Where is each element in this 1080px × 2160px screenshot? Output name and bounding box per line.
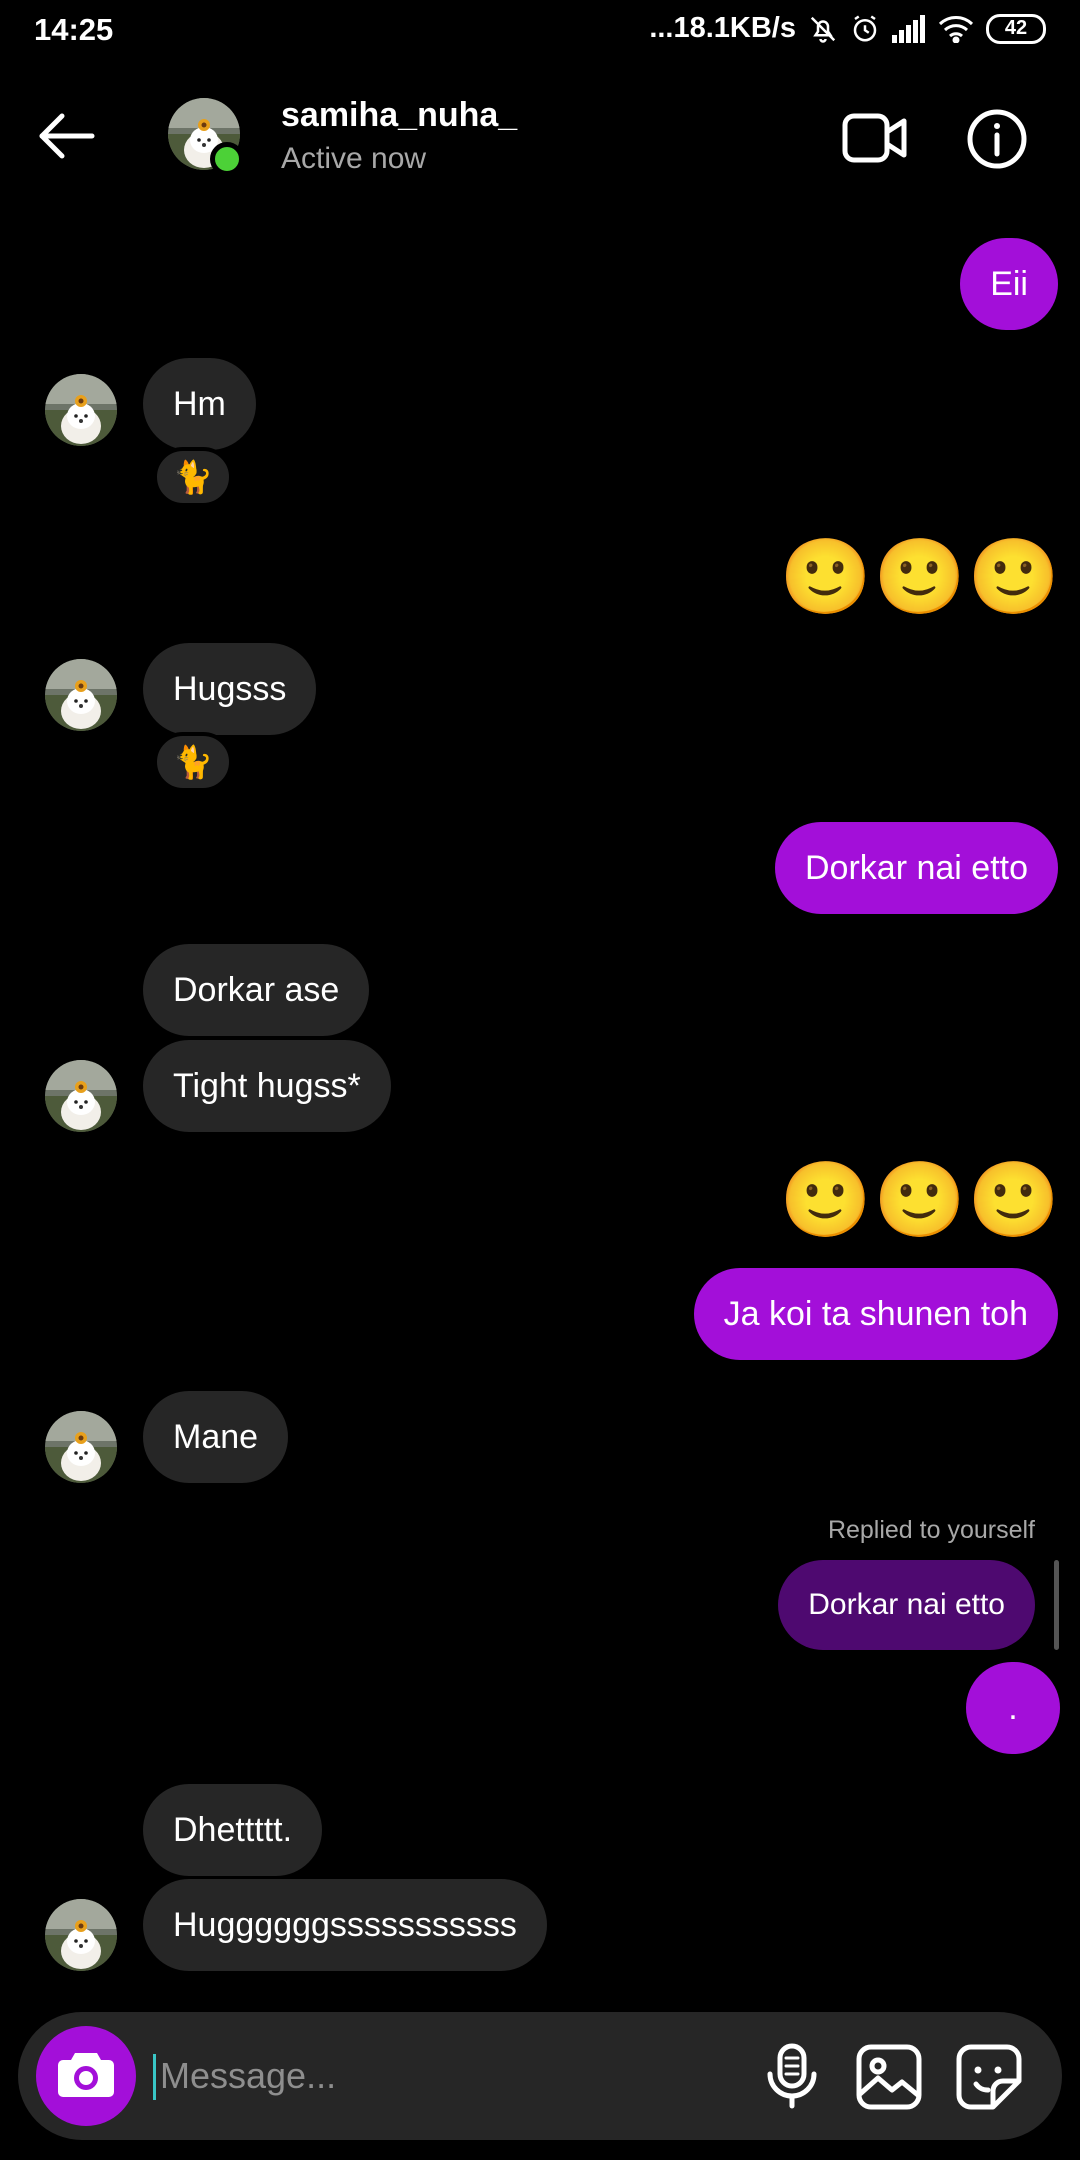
message-outgoing[interactable]: . [966, 1662, 1060, 1754]
sender-avatar[interactable] [45, 1899, 117, 1971]
camera-icon [57, 2049, 115, 2104]
arrow-left-icon [36, 113, 96, 170]
microphone-icon [756, 2043, 828, 2116]
active-status: Active now [281, 142, 427, 175]
sender-avatar[interactable] [45, 1411, 117, 1483]
message-reply-quote[interactable]: Dorkar nai etto [778, 1560, 1035, 1650]
sender-avatar[interactable] [45, 1060, 117, 1132]
status-time: 14:25 [34, 12, 114, 47]
image-icon [854, 2044, 924, 2116]
sender-avatar[interactable] [45, 659, 117, 731]
bell-off-icon [808, 14, 838, 44]
status-indicators: ...18.1KB/s 42 [649, 12, 1046, 45]
message-composer [18, 2012, 1062, 2140]
info-button[interactable] [966, 108, 1030, 172]
message-incoming[interactable]: Hugsss [143, 643, 317, 735]
message-outgoing[interactable]: Ja koi ta shunen toh [693, 1268, 1058, 1360]
chat-username[interactable]: samiha_nuha_ [281, 96, 517, 135]
text-cursor [153, 2054, 156, 2100]
battery-icon: 42 [986, 13, 1046, 44]
message-outgoing[interactable]: Eii [960, 238, 1058, 330]
online-indicator [210, 142, 244, 176]
network-speed: ...18.1KB/s [649, 12, 796, 44]
sender-avatar[interactable] [45, 374, 117, 446]
scrollbar-thumb[interactable] [1054, 1560, 1059, 1650]
sticker-button[interactable] [954, 2042, 1024, 2112]
video-call-button[interactable] [842, 110, 912, 168]
message-reaction[interactable]: 🐈 [153, 732, 233, 792]
message-incoming[interactable]: Mane [143, 1391, 289, 1483]
video-camera-icon [842, 113, 908, 170]
chat-header: samiha_nuha_ Active now [0, 70, 1080, 200]
reply-label: Replied to yourself [827, 1516, 1035, 1544]
message-incoming[interactable]: Tight hugss* [143, 1040, 391, 1132]
message-incoming[interactable]: Huggggggsssssssssss [143, 1879, 547, 1971]
message-reaction[interactable]: 🐈 [153, 447, 233, 507]
status-bar: 14:25 ...18.1KB/s 42 [0, 0, 1080, 62]
signal-icon [892, 14, 926, 43]
message-outgoing-emoji[interactable]: 🙂🙂🙂 [780, 537, 1062, 617]
voice-message-button[interactable] [756, 2040, 828, 2112]
message-outgoing-emoji[interactable]: 🙂🙂🙂 [780, 1160, 1062, 1240]
camera-button[interactable] [36, 2026, 136, 2126]
message-outgoing[interactable]: Dorkar nai etto [775, 822, 1058, 914]
info-icon [966, 109, 1028, 174]
back-button[interactable] [36, 106, 106, 166]
sticker-icon [954, 2044, 1024, 2116]
alarm-icon [850, 14, 880, 44]
wifi-icon [938, 15, 974, 43]
message-incoming[interactable]: Dhettttt. [143, 1784, 323, 1876]
gallery-button[interactable] [854, 2042, 924, 2112]
message-incoming[interactable]: Dorkar ase [143, 944, 370, 1036]
message-incoming[interactable]: Hm [143, 358, 256, 450]
message-input[interactable] [160, 2038, 730, 2114]
